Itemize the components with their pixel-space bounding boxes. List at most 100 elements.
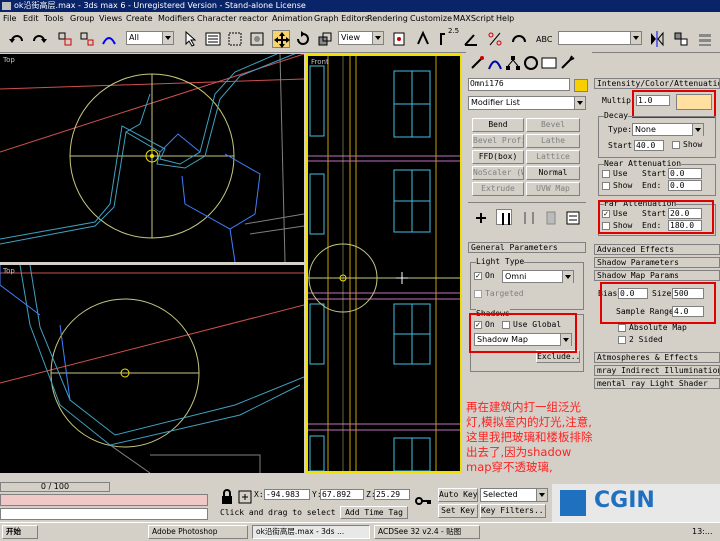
near-use-checkbox[interactable] (602, 170, 610, 178)
select-object-icon[interactable] (182, 30, 200, 48)
pivot-center-icon[interactable] (390, 30, 408, 48)
time-slider[interactable]: 0 / 100 (0, 482, 110, 492)
object-name-field[interactable]: Omni176 (468, 78, 570, 91)
menu-customize[interactable]: Customize (410, 12, 452, 26)
bevel-button[interactable]: Bevel (526, 118, 580, 132)
remove-modifier-icon[interactable] (542, 209, 558, 225)
menu-create[interactable]: Create (126, 12, 153, 26)
bend-button[interactable]: Bend (472, 118, 524, 132)
task-photoshop[interactable]: Adobe Photoshop (148, 525, 248, 539)
menu-animation[interactable]: Animation (272, 12, 313, 26)
configure-sets-icon[interactable] (564, 209, 580, 225)
lock-selection-icon[interactable] (218, 488, 232, 504)
menu-graph-editors[interactable]: Graph Editors (314, 12, 369, 26)
select-link-icon[interactable] (56, 30, 74, 48)
menu-reactor[interactable]: reactor (239, 12, 268, 26)
z-coord-field[interactable]: 25.29 (374, 489, 410, 500)
lattice-button[interactable]: Lattice (526, 150, 580, 164)
viewport-label-top[interactable]: Top (3, 56, 15, 64)
redo-icon[interactable] (30, 30, 48, 48)
pin-stack-icon[interactable] (472, 209, 488, 225)
lathe-button[interactable]: Lathe (526, 134, 580, 148)
viewport-top-2[interactable]: Top (0, 265, 304, 473)
object-color-swatch[interactable] (574, 79, 588, 92)
light-shader-rollout[interactable]: mental ray Light Shader (594, 378, 720, 389)
menu-file[interactable]: File (3, 12, 16, 26)
absolute-map-checkbox[interactable] (618, 324, 626, 332)
menu-modifiers[interactable]: Modifiers (158, 12, 195, 26)
viewport-top-1[interactable]: Top (0, 54, 304, 262)
snaps-toggle-icon[interactable]: 2.5 (438, 27, 459, 48)
modify-tab-icon[interactable] (486, 54, 502, 70)
window-crossing-icon[interactable] (248, 30, 266, 48)
task-3dsmax[interactable]: ok沿街高层.max - 3ds ... (252, 525, 370, 539)
decay-type-dropdown[interactable]: None (632, 123, 704, 136)
undo-icon[interactable] (8, 30, 26, 48)
two-sided-checkbox[interactable] (618, 336, 626, 344)
angle-snap-icon[interactable] (462, 30, 480, 48)
select-manipulate-icon[interactable] (414, 30, 432, 48)
align-icon[interactable] (672, 30, 690, 48)
motion-tab-icon[interactable] (522, 54, 538, 70)
select-move-icon[interactable] (272, 30, 290, 48)
viewport-front[interactable]: Front (306, 54, 462, 473)
display-tab-icon[interactable] (540, 54, 557, 70)
ffd-box-button[interactable]: FFD(box) (472, 150, 524, 164)
general-params-rollout[interactable]: General Parameters (468, 242, 586, 253)
select-rotate-icon[interactable] (294, 30, 312, 48)
add-time-tag-button[interactable]: Add Time Tag (340, 506, 408, 519)
spinner-snap-icon[interactable] (510, 30, 528, 48)
select-scale-icon[interactable] (316, 30, 334, 48)
decay-show-checkbox[interactable] (672, 141, 680, 149)
uvw-map-button[interactable]: UVW Map (526, 182, 580, 196)
rect-selection-icon[interactable] (226, 30, 244, 48)
menu-character[interactable]: Character (197, 12, 237, 26)
near-end-field[interactable]: 0.0 (668, 180, 702, 191)
modifier-list-dropdown[interactable]: Modifier List (468, 96, 586, 110)
menu-rendering[interactable]: Rendering (367, 12, 408, 26)
maxscript-listener[interactable] (0, 494, 208, 506)
viewport-label-top-2[interactable]: Top (3, 267, 15, 275)
advanced-effects-rollout[interactable]: Advanced Effects (594, 244, 720, 255)
named-selection-dropdown[interactable] (558, 31, 642, 45)
targeted-checkbox[interactable] (474, 290, 482, 298)
absolute-mode-icon[interactable] (236, 488, 252, 504)
x-coord-field[interactable]: -94.983 (264, 489, 310, 500)
maxscript-input[interactable] (0, 508, 208, 520)
indirect-illumination-rollout[interactable]: mray Indirect Illumination (594, 365, 720, 376)
normal-button[interactable]: Normal (526, 166, 580, 180)
ref-coord-dropdown[interactable]: View (338, 31, 384, 45)
bind-space-warp-icon[interactable] (100, 30, 118, 48)
key-filters-button[interactable]: Key Filters... (480, 504, 546, 518)
viewport-label-front[interactable]: Front (311, 58, 329, 66)
extrude-button[interactable]: Extrude (472, 182, 524, 196)
hierarchy-tab-icon[interactable] (504, 54, 520, 70)
near-show-checkbox[interactable] (602, 182, 610, 190)
light-type-dropdown[interactable]: Omni (502, 270, 574, 283)
layer-manager-icon[interactable] (696, 30, 714, 48)
menu-help[interactable]: Help (496, 12, 514, 26)
menu-maxscript[interactable]: MAXScript (453, 12, 494, 26)
create-tab-icon[interactable] (468, 54, 484, 70)
menu-views[interactable]: Views (99, 12, 122, 26)
key-icon[interactable] (414, 492, 434, 510)
atmospheres-rollout[interactable]: Atmospheres & Effects (594, 352, 720, 363)
menu-group[interactable]: Group (70, 12, 94, 26)
bevel-profile-button[interactable]: Bevel Profile (472, 134, 524, 148)
y-coord-field[interactable]: 67.892 (320, 489, 364, 500)
set-key-button[interactable]: Set Key (438, 504, 478, 518)
app-icon[interactable] (2, 2, 11, 10)
noscaler-button[interactable]: NoScaler (W) (472, 166, 524, 180)
intensity-rollout[interactable]: Intensity/Color/Attenuation (594, 78, 720, 89)
decay-start-field[interactable]: 40.0 (634, 140, 664, 151)
unlink-icon[interactable] (78, 30, 96, 48)
make-unique-icon[interactable] (520, 209, 536, 225)
shadow-map-params-rollout[interactable]: Shadow Map Params (594, 270, 720, 281)
select-by-name-icon[interactable] (204, 30, 222, 48)
show-end-result-icon[interactable] (496, 209, 512, 225)
task-acdsee[interactable]: ACDSee 32 v2.4 - 贴图 (374, 525, 480, 539)
auto-key-button[interactable]: Auto Key (438, 488, 478, 502)
start-button[interactable]: 开始 (2, 525, 38, 539)
mirror-icon[interactable] (648, 30, 666, 48)
named-selection-icon[interactable]: ABC (534, 30, 553, 48)
